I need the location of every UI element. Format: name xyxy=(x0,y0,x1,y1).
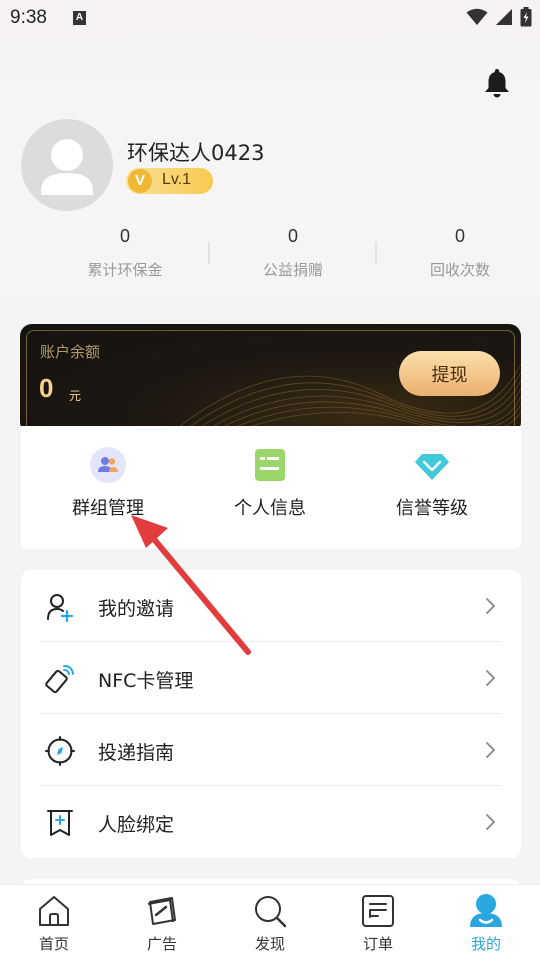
face-bind-icon xyxy=(47,810,73,836)
wifi-icon xyxy=(466,8,488,25)
stat-recycle-count[interactable]: 0 回收次数 xyxy=(375,222,540,280)
stat-value: 0 xyxy=(119,226,130,246)
quick-action-personal-info[interactable]: 个人信息 xyxy=(187,426,353,549)
quick-action-credit-level[interactable]: 信誉等级 xyxy=(349,426,515,549)
nav-tab-label: 首页 xyxy=(38,935,69,953)
level-text: Lv.1 xyxy=(162,171,192,188)
stat-label: 累计环保金 xyxy=(87,261,163,279)
stat-donation[interactable]: 0 公益捐赠 xyxy=(208,222,378,280)
nav-tab-label: 订单 xyxy=(362,935,393,953)
diamond-icon xyxy=(415,454,449,480)
quick-action-label: 群组管理 xyxy=(72,498,144,519)
compass-icon xyxy=(45,736,75,766)
order-icon xyxy=(362,895,394,927)
signal-icon xyxy=(496,9,512,25)
notification-bell-icon[interactable] xyxy=(484,68,510,98)
quick-action-label: 个人信息 xyxy=(234,498,306,519)
status-bar: 9:38 A xyxy=(0,0,540,36)
search-icon xyxy=(255,896,287,928)
level-badge[interactable]: V Lv.1 xyxy=(126,168,213,194)
nav-tab-discover[interactable]: 发现 xyxy=(216,885,324,960)
menu-item-delivery-guide[interactable]: 投递指南 xyxy=(21,714,521,786)
home-icon xyxy=(39,896,69,926)
menu-item-face-binding[interactable]: 人脸绑定 xyxy=(21,786,521,858)
menu-item-label: NFC卡管理 xyxy=(98,670,194,692)
balance-unit: 元 xyxy=(69,389,82,403)
withdraw-button[interactable]: 提现 xyxy=(399,351,500,396)
chevron-right-icon xyxy=(486,598,496,614)
stat-value: 0 xyxy=(454,226,465,246)
menu-item-label: 投递指南 xyxy=(98,742,175,764)
nav-tab-mine[interactable]: 我的 xyxy=(432,885,540,960)
chevron-right-icon xyxy=(486,814,496,830)
group-icon xyxy=(90,447,126,483)
avatar[interactable] xyxy=(21,119,113,211)
quick-actions-card: 群组管理 个人信息 信誉等级 xyxy=(21,426,521,549)
balance-card: 账户余额 0 元 提现 xyxy=(20,324,521,434)
stat-label: 回收次数 xyxy=(429,261,490,279)
quick-action-label: 信誉等级 xyxy=(396,498,468,519)
nav-tab-home[interactable]: 首页 xyxy=(0,885,108,960)
menu-list: 我的邀请 NFC卡管理 投递指南 人脸绑定 xyxy=(21,570,521,858)
nav-tab-label: 我的 xyxy=(470,935,501,953)
menu-item-label: 人脸绑定 xyxy=(98,814,175,836)
nav-tab-orders[interactable]: 订单 xyxy=(324,885,432,960)
status-notification-icon: A xyxy=(73,11,86,25)
username: 环保达人0423 xyxy=(127,141,265,165)
bottom-nav: 首页 广告 发现 订单 我的 xyxy=(0,884,540,960)
chevron-right-icon xyxy=(486,670,496,686)
battery-icon xyxy=(520,7,532,27)
default-avatar-icon xyxy=(41,139,93,195)
chevron-right-icon xyxy=(486,742,496,758)
vip-icon: V xyxy=(128,169,152,193)
invite-user-icon xyxy=(47,594,74,622)
status-time: 9:38 xyxy=(10,7,47,28)
nav-tab-ads[interactable]: 广告 xyxy=(108,885,216,960)
menu-item-nfc-card[interactable]: NFC卡管理 xyxy=(21,642,521,714)
stat-value: 0 xyxy=(287,226,298,246)
nav-tab-label: 广告 xyxy=(146,935,177,953)
menu-item-my-invitations[interactable]: 我的邀请 xyxy=(21,570,521,642)
quick-action-group-management[interactable]: 群组管理 xyxy=(25,426,191,549)
nav-tab-label: 发现 xyxy=(254,935,285,953)
stat-eco-points[interactable]: 0 累计环保金 xyxy=(40,222,210,280)
menu-item-label: 我的邀请 xyxy=(98,598,175,620)
nfc-card-icon xyxy=(45,665,74,694)
status-icons xyxy=(466,7,532,27)
balance-amount: 0 xyxy=(39,373,54,403)
balance-label: 账户余额 xyxy=(40,343,101,361)
profile-icon xyxy=(470,894,502,927)
id-card-icon xyxy=(255,449,285,481)
ad-icon xyxy=(147,897,176,925)
stats-row: 0 累计环保金 0 公益捐赠 0 回收次数 xyxy=(42,222,502,286)
stat-label: 公益捐赠 xyxy=(262,261,323,279)
